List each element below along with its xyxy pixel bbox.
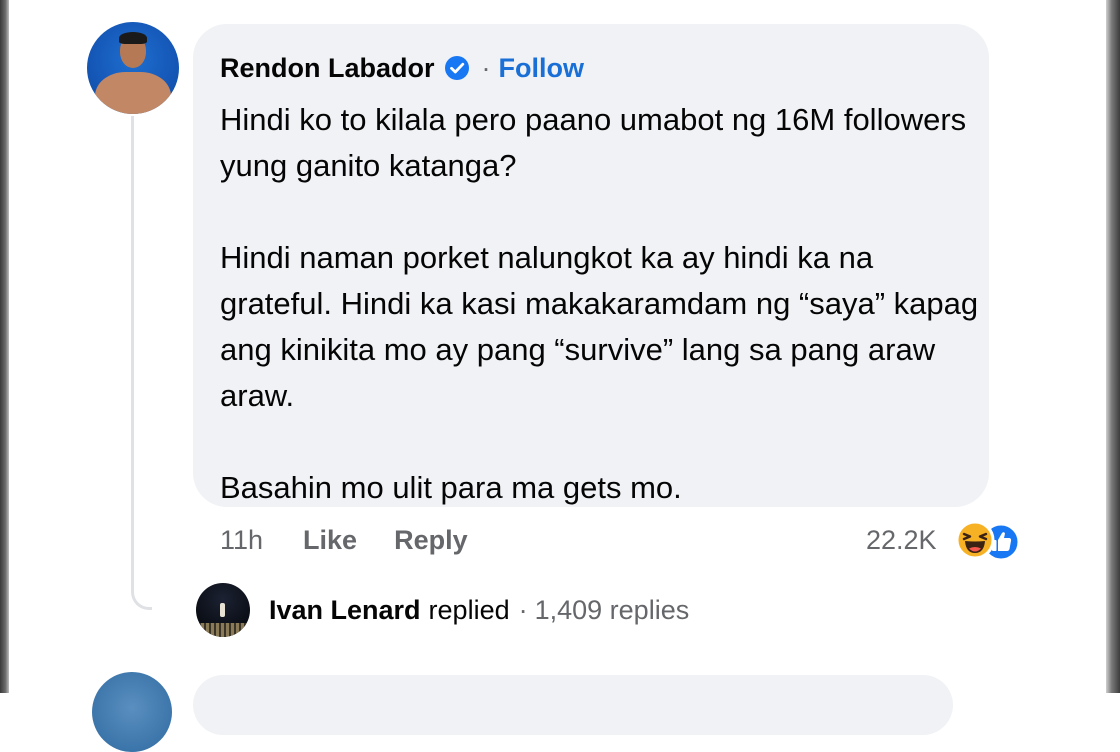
comment-paragraph: Hindi naman porket nalungkot ka ay hindi…	[220, 240, 979, 413]
avatar-hair	[119, 32, 147, 44]
reply-count: 1,409 replies	[534, 594, 690, 625]
next-comment-bubble	[193, 675, 953, 735]
author-name[interactable]: Rendon Labador	[220, 53, 435, 84]
comment-header: Rendon Labador · Follow	[220, 50, 584, 86]
reaction-count: 22.2K	[866, 524, 937, 555]
comment-paragraph: Basahin mo ulit para ma gets mo.	[220, 470, 682, 505]
follow-button[interactable]: Follow	[499, 53, 584, 84]
haha-icon	[955, 520, 995, 565]
reply-separator: ·	[518, 594, 528, 625]
comment-body: Hindi ko to kilala pero paano umabot ng …	[220, 97, 980, 511]
avatar-figure	[220, 603, 225, 617]
reply-verb: replied	[428, 594, 510, 625]
reaction-icons	[947, 518, 1027, 562]
comment-paragraph: Hindi ko to kilala pero paano umabot ng …	[220, 102, 967, 183]
view-replies-link[interactable]: Ivan Lenard replied · 1,409 replies	[269, 591, 689, 629]
comment-timestamp[interactable]: 11h	[220, 525, 263, 556]
like-button[interactable]: Like	[303, 525, 357, 556]
author-avatar[interactable]	[87, 22, 179, 114]
reply-author-name: Ivan Lenard	[269, 594, 421, 625]
header-separator: ·	[481, 52, 491, 83]
next-comment-avatar[interactable]	[92, 672, 172, 752]
reaction-summary[interactable]: 22.2K	[866, 518, 1027, 562]
avatar-cityscape	[196, 623, 250, 637]
thread-connector-line	[131, 116, 152, 610]
avatar-body	[95, 72, 171, 114]
comment-actions: 11h Like Reply	[220, 520, 468, 560]
verified-badge-icon	[444, 55, 470, 81]
reply-author-avatar[interactable]	[196, 583, 250, 637]
reply-button[interactable]: Reply	[394, 525, 468, 556]
cropped-left-edge	[0, 0, 9, 693]
cropped-right-edge	[1106, 0, 1120, 693]
